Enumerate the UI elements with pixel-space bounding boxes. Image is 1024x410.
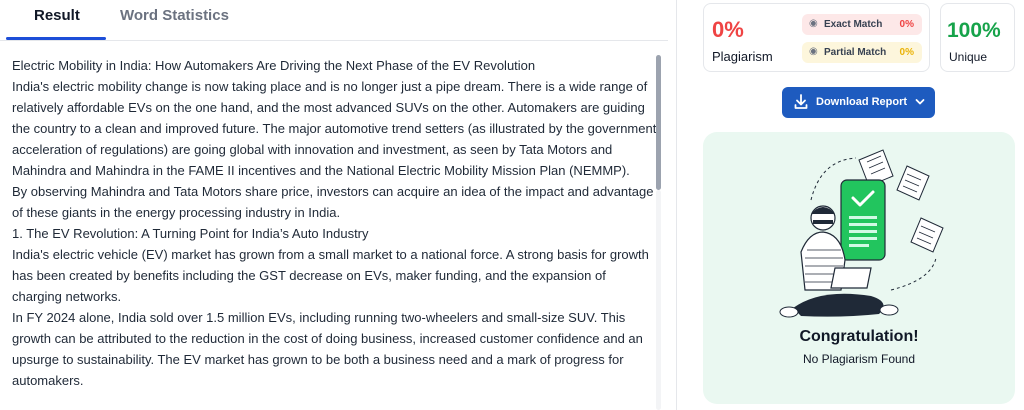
panel-divider: [676, 0, 677, 410]
content-paragraph: 1. The EV Revolution: A Turning Point fo…: [12, 226, 369, 241]
success-illustration: [779, 149, 944, 318]
tab-word-statistics[interactable]: Word Statistics: [120, 7, 229, 24]
download-report-label: Download Report: [816, 96, 908, 108]
partial-match-label: Partial Match: [824, 47, 887, 58]
tab-bar: Result Word Statistics: [0, 0, 668, 41]
exact-match-label: Exact Match: [824, 19, 883, 30]
eye-icon: ◉: [809, 46, 818, 57]
unique-label: Unique: [949, 50, 988, 64]
checked-text-content: Electric Mobility in India: How Automake…: [12, 55, 657, 410]
content-paragraph: Electric Mobility in India: How Automake…: [12, 58, 536, 73]
eye-icon: ◉: [809, 18, 818, 29]
chevron-down-icon: [915, 99, 925, 105]
plagiarism-percentage: 0%: [712, 17, 744, 42]
plagiarism-stats-card: 0% Plagiarism ◉ Exact Match 0% ◉ Partial…: [703, 3, 930, 72]
download-icon: [794, 94, 808, 109]
result-panel: Result Word Statistics Electric Mobility…: [0, 0, 668, 410]
active-tab-indicator: [6, 37, 106, 40]
content-paragraph: India's electric vehicle (EV) market has…: [12, 247, 649, 304]
content-paragraph: India's electric mobility change is now …: [12, 79, 657, 178]
no-plagiarism-message: No Plagiarism Found: [802, 352, 916, 366]
partial-match-badge: ◉ Partial Match 0%: [802, 42, 922, 63]
no-plagiarism-card: Congratulation! No Plagiarism Found: [703, 132, 1015, 404]
content-paragraph: By observing Mahindra and Tata Motors sh…: [12, 184, 654, 220]
unique-percentage: 100%: [947, 19, 1001, 42]
exact-match-value: 0%: [899, 19, 914, 30]
exact-match-badge: ◉ Exact Match 0%: [802, 14, 922, 35]
scrollbar-thumb[interactable]: [656, 55, 661, 190]
scrollbar-track[interactable]: [656, 190, 661, 410]
tab-result[interactable]: Result: [34, 7, 80, 24]
content-paragraph: In FY 2024 alone, India sold over 1.5 mi…: [12, 310, 643, 388]
partial-match-value: 0%: [899, 47, 914, 58]
plagiarism-label: Plagiarism: [712, 49, 773, 64]
download-report-button[interactable]: Download Report: [782, 87, 935, 118]
congratulation-heading: Congratulation!: [799, 328, 919, 345]
unique-stats-card: 100% Unique: [940, 3, 1015, 72]
